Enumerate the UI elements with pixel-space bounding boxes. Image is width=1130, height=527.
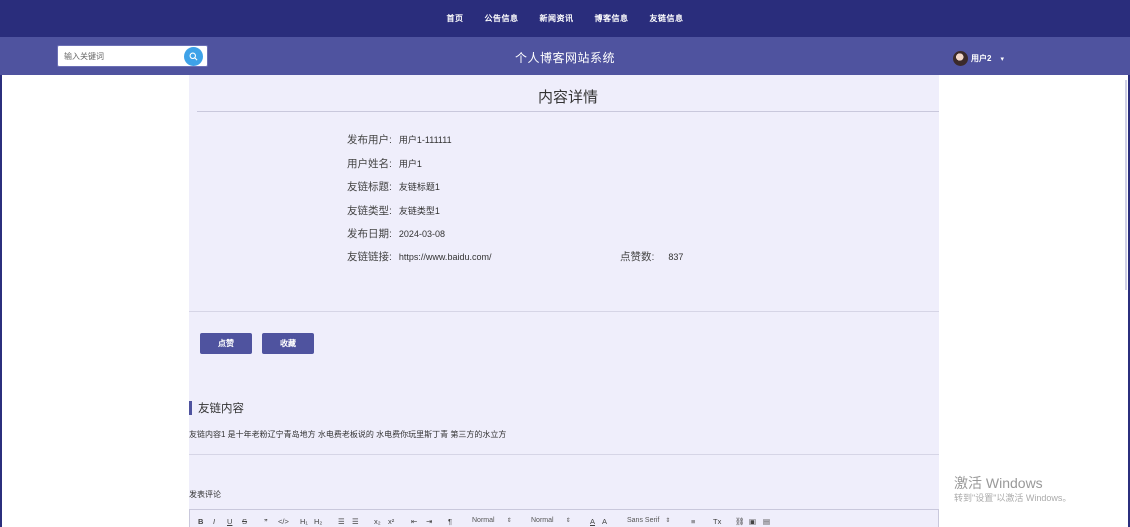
header-select-value: Normal xyxy=(472,517,495,524)
window-left-border xyxy=(0,0,2,527)
like-button[interactable]: 点赞 xyxy=(200,333,252,354)
code-icon[interactable]: </> xyxy=(278,517,289,526)
field-value: 友链标题1 xyxy=(398,182,440,192)
subscript-button[interactable]: x₂ xyxy=(374,517,381,526)
underline-button[interactable]: U xyxy=(227,517,232,526)
chevron-down-icon: ▾ xyxy=(1000,55,1004,63)
field-link-title: 友链标题: 友链标题1 xyxy=(347,179,440,194)
likes-count: 837 xyxy=(668,251,684,262)
top-navigation: 首页 公告信息 新闻资讯 博客信息 友链信息 xyxy=(0,0,1130,37)
divider xyxy=(189,454,939,455)
field-label: 点赞数: xyxy=(620,251,655,263)
scrollbar-thumb[interactable] xyxy=(1125,80,1127,290)
size-select[interactable]: Normal ⇕ xyxy=(531,517,571,524)
chevron-updown-icon: ⇕ xyxy=(665,518,671,524)
font-select-value: Sans Serif xyxy=(627,517,660,524)
chevron-updown-icon: ⇕ xyxy=(506,518,512,524)
clear-format-icon[interactable]: Tx xyxy=(713,517,721,526)
field-publisher: 发布用户: 用户1-111111 xyxy=(347,132,452,147)
outdent-icon[interactable]: ⇤ xyxy=(411,517,417,526)
font-select[interactable]: Sans Serif ⇕ xyxy=(627,517,670,524)
field-label: 发布日期: xyxy=(347,228,392,240)
editor-toolbar: B I U S ” </> H₁ H₂ ☰ ☰ x₂ x² ⇤ ⇥ ¶ Norm… xyxy=(189,509,939,527)
user-menu[interactable]: 用户2 ▾ xyxy=(953,51,1004,66)
bullet-list-icon[interactable]: ☰ xyxy=(352,517,359,526)
link-icon[interactable]: ⛓ xyxy=(735,517,745,526)
favorite-button[interactable]: 收藏 xyxy=(262,333,314,354)
strike-button[interactable]: S xyxy=(242,517,247,526)
blockquote-icon[interactable]: ” xyxy=(264,517,268,526)
align-icon[interactable]: ≡ xyxy=(691,517,695,526)
field-label: 友链链接: xyxy=(347,251,392,263)
image-icon[interactable]: ▣ xyxy=(749,517,756,526)
username: 用户2 xyxy=(971,54,992,63)
nav-item-home[interactable]: 首页 xyxy=(447,13,464,24)
field-user-name: 用户姓名: 用户1 xyxy=(347,156,422,171)
field-value: 友链类型1 xyxy=(398,206,440,216)
field-label: 发布用户: xyxy=(347,134,392,146)
divider xyxy=(189,311,939,312)
nav-item-blogs[interactable]: 博客信息 xyxy=(595,13,629,24)
background-color-icon[interactable]: A xyxy=(602,517,607,526)
field-label: 友链类型: xyxy=(347,205,392,217)
header1-button[interactable]: H₁ xyxy=(300,517,308,526)
text-direction-icon[interactable]: ¶ xyxy=(448,517,452,526)
field-value: 2024-03-08 xyxy=(398,228,445,239)
ordered-list-icon[interactable]: ☰ xyxy=(338,517,345,526)
field-likes: 点赞数: 837 xyxy=(620,249,683,264)
field-value: 用户1 xyxy=(398,159,422,169)
bold-button[interactable]: B xyxy=(198,517,203,526)
size-select-value: Normal xyxy=(531,517,554,524)
detail-panel: 内容详情 发布用户: 用户1-111111 用户姓名: 用户1 友链标题: 友链… xyxy=(189,75,939,527)
indent-icon[interactable]: ⇥ xyxy=(426,517,432,526)
nav-item-links[interactable]: 友链信息 xyxy=(650,13,684,24)
windows-watermark-title: 激活 Windows xyxy=(954,475,1043,491)
italic-button[interactable]: I xyxy=(213,517,215,526)
font-color-icon[interactable]: A xyxy=(590,517,595,526)
header2-button[interactable]: H₂ xyxy=(314,517,322,526)
section-heading: 友链内容 xyxy=(189,401,244,415)
header-select[interactable]: Normal ⇕ xyxy=(472,517,512,524)
avatar xyxy=(953,51,968,66)
link-content-text: 友链内容1 是十年老粉辽宁青岛地方 水电费老板说的 水电费你玩里斯丁青 第三方的… xyxy=(189,430,507,439)
section-title: 友链内容 xyxy=(198,403,244,415)
field-label: 友链标题: xyxy=(347,181,392,193)
field-link-type: 友链类型: 友链类型1 xyxy=(347,203,440,218)
comment-label: 发表评论 xyxy=(189,490,221,499)
superscript-button[interactable]: x² xyxy=(388,517,394,526)
chevron-updown-icon: ⇕ xyxy=(565,518,571,524)
windows-watermark-subtitle: 转到"设置"以激活 Windows。 xyxy=(954,493,1072,503)
field-publish-date: 发布日期: 2024-03-08 xyxy=(347,226,445,241)
nav-item-announcements[interactable]: 公告信息 xyxy=(485,13,519,24)
video-icon[interactable]: ▤ xyxy=(763,517,770,526)
field-label: 用户姓名: xyxy=(347,158,392,170)
page-title: 内容详情 xyxy=(197,75,939,112)
field-link-url: 友链链接: https://www.baidu.com/ xyxy=(347,249,491,264)
nav-item-news[interactable]: 新闻资讯 xyxy=(540,13,574,24)
field-value: https://www.baidu.com/ xyxy=(398,251,492,262)
field-value: 用户1-111111 xyxy=(398,135,452,145)
site-header: 个人博客网站系统 用户2 ▾ xyxy=(0,37,1130,75)
section-accent-bar xyxy=(189,401,192,415)
